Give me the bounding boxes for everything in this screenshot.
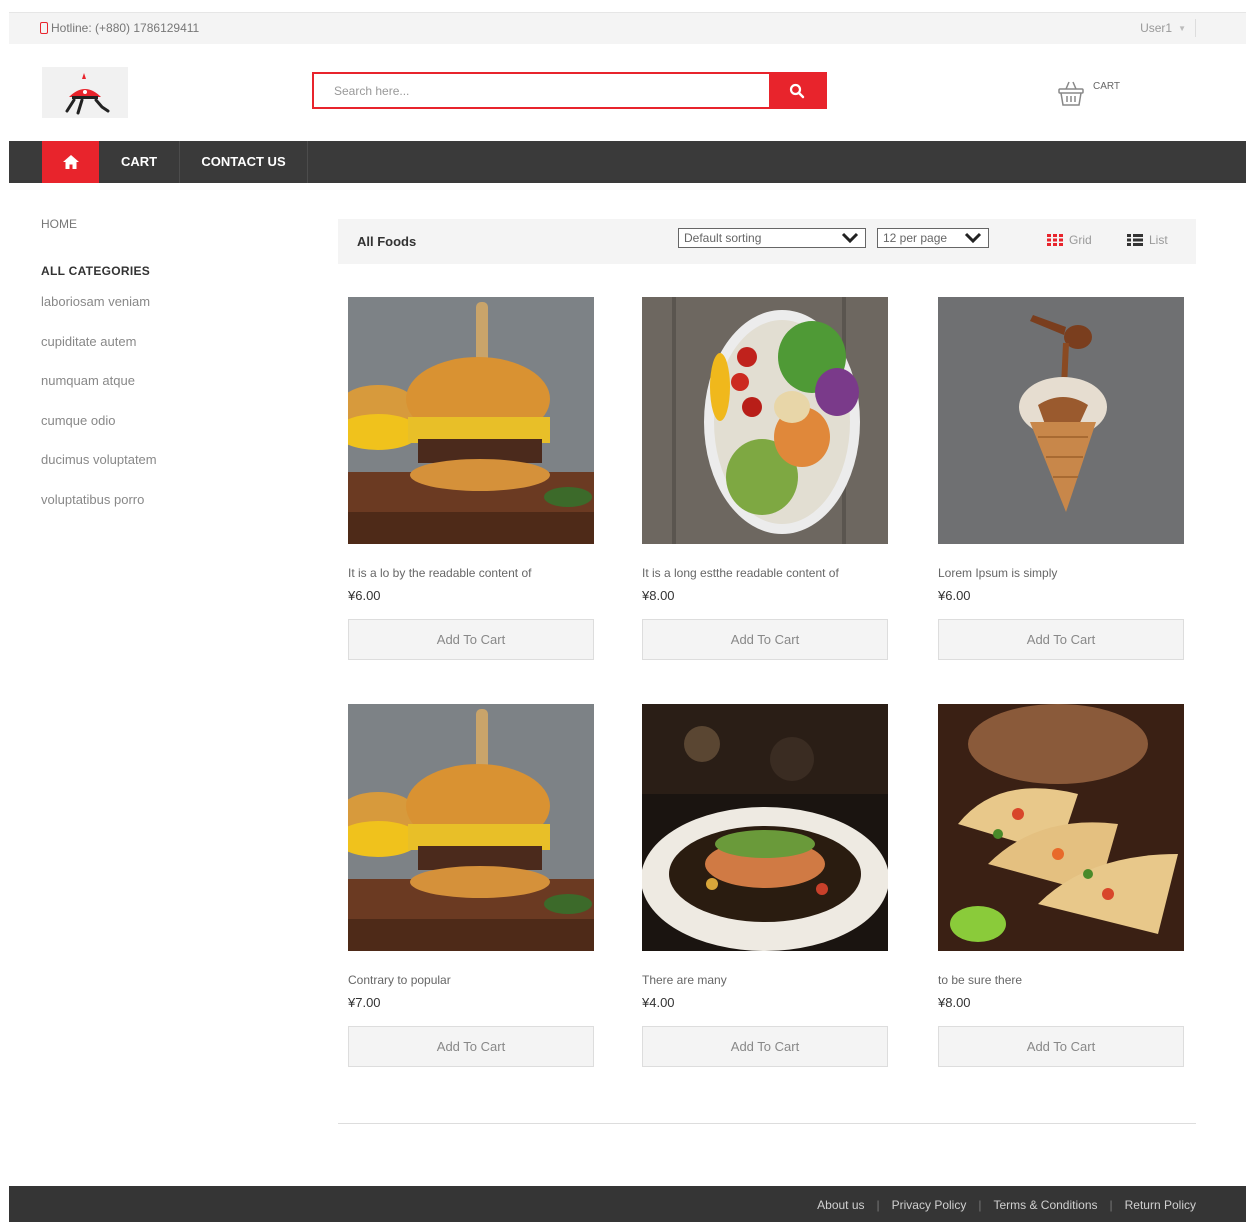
- product-image-burger[interactable]: [348, 704, 594, 951]
- product-name[interactable]: It is a long estthe readable content of: [642, 566, 888, 580]
- list-label: List: [1149, 233, 1168, 247]
- search-input[interactable]: [314, 74, 769, 107]
- page-title: All Foods: [357, 234, 417, 249]
- add-to-cart-button[interactable]: Add To Cart: [642, 619, 888, 660]
- add-to-cart-button[interactable]: Add To Cart: [348, 1026, 594, 1067]
- footer-separator: |: [978, 1198, 982, 1212]
- top-bar: Hotline: (+880) 1786129411 User1 ▼: [9, 12, 1246, 44]
- category-item[interactable]: ducimus voluptatem: [41, 449, 291, 489]
- add-to-cart-button[interactable]: Add To Cart: [938, 619, 1184, 660]
- product-image-burger[interactable]: [348, 297, 594, 544]
- basket-icon: [1058, 81, 1084, 106]
- footer-link-return[interactable]: Return Policy: [1125, 1198, 1196, 1212]
- category-list: laboriosam veniam cupiditate autem numqu…: [41, 291, 291, 528]
- list-view-toggle[interactable]: List: [1127, 233, 1168, 247]
- hotline: Hotline: (+880) 1786129411: [40, 21, 199, 35]
- nav-item-cart[interactable]: CART: [99, 141, 180, 183]
- footer-link-about[interactable]: About us: [817, 1198, 864, 1212]
- product-card: Contrary to popular ¥7.00 Add To Cart: [348, 704, 594, 1067]
- product-price: ¥8.00: [938, 995, 971, 1010]
- chevron-down-icon: ▼: [1178, 23, 1186, 33]
- footer-separator: |: [1109, 1198, 1113, 1212]
- user-divider: [1195, 19, 1196, 37]
- sorting-value: Default sorting: [684, 231, 762, 245]
- product-card: It is a long estthe readable content of …: [642, 297, 888, 660]
- product-name[interactable]: Lorem Ipsum is simply: [938, 566, 1184, 580]
- nav-item-contact-us[interactable]: CONTACT US: [180, 141, 308, 183]
- grid-view-toggle[interactable]: Grid: [1047, 233, 1092, 247]
- header-cart-label: CART: [1093, 81, 1121, 92]
- footer: About us | Privacy Policy | Terms & Cond…: [9, 1186, 1246, 1222]
- sorting-select[interactable]: Default sorting: [678, 228, 866, 248]
- product-image-fish-dish[interactable]: [642, 704, 888, 951]
- product-price: ¥6.00: [348, 588, 381, 603]
- category-item[interactable]: voluptatibus porro: [41, 489, 291, 529]
- product-price: ¥6.00: [938, 588, 971, 603]
- phone-icon: [40, 22, 48, 34]
- per-page-select[interactable]: 12 per page: [877, 228, 989, 248]
- product-card: There are many ¥4.00 Add To Cart: [642, 704, 888, 1067]
- site-logo[interactable]: [42, 67, 128, 118]
- chevron-down-icon: [841, 232, 859, 244]
- main-nav: CART CONTACT US: [9, 141, 1246, 183]
- home-icon: [62, 155, 79, 169]
- product-toolbar: All Foods Default sorting 12 per page Gr…: [338, 219, 1196, 264]
- per-page-value: 12 per page: [883, 231, 948, 245]
- product-name[interactable]: to be sure there: [938, 973, 1184, 987]
- add-to-cart-button[interactable]: Add To Cart: [938, 1026, 1184, 1067]
- user-menu[interactable]: User1 ▼: [1140, 21, 1186, 35]
- product-price: ¥4.00: [642, 995, 675, 1010]
- footer-link-privacy[interactable]: Privacy Policy: [892, 1198, 967, 1212]
- product-name[interactable]: It is a lo by the readable content of: [348, 566, 594, 580]
- search-icon: [789, 83, 805, 98]
- product-price: ¥7.00: [348, 995, 381, 1010]
- sidebar-home-link[interactable]: HOME: [41, 217, 291, 231]
- category-item[interactable]: cupiditate autem: [41, 331, 291, 371]
- product-image-salad-bowl[interactable]: [642, 297, 888, 544]
- header-cart[interactable]: CART: [1057, 79, 1120, 107]
- content-divider: [338, 1123, 1196, 1124]
- search-bar: [312, 72, 827, 109]
- footer-separator: |: [876, 1198, 880, 1212]
- search-button[interactable]: [769, 74, 825, 107]
- product-card: It is a lo by the readable content of ¥6…: [348, 297, 594, 660]
- chef-logo-icon: [65, 73, 110, 115]
- product-name[interactable]: There are many: [642, 973, 888, 987]
- category-item[interactable]: cumque odio: [41, 410, 291, 450]
- grid-icon: [1047, 234, 1063, 246]
- product-image-tacos[interactable]: [938, 704, 1184, 951]
- category-item[interactable]: laboriosam veniam: [41, 291, 291, 331]
- product-card: to be sure there ¥8.00 Add To Cart: [938, 704, 1184, 1067]
- product-image-ice-cream[interactable]: [938, 297, 1184, 544]
- footer-link-terms[interactable]: Terms & Conditions: [993, 1198, 1097, 1212]
- nav-home-button[interactable]: [42, 141, 99, 183]
- product-price: ¥8.00: [642, 588, 675, 603]
- sidebar: HOME ALL CATEGORIES laboriosam veniam cu…: [41, 217, 291, 528]
- list-icon: [1127, 234, 1143, 246]
- hotline-text: Hotline: (+880) 1786129411: [51, 21, 200, 35]
- category-item[interactable]: numquam atque: [41, 370, 291, 410]
- chevron-down-icon: [964, 232, 982, 244]
- add-to-cart-button[interactable]: Add To Cart: [348, 619, 594, 660]
- product-name[interactable]: Contrary to popular: [348, 973, 594, 987]
- footer-links: About us | Privacy Policy | Terms & Cond…: [817, 1198, 1196, 1212]
- grid-label: Grid: [1069, 233, 1092, 247]
- product-card: Lorem Ipsum is simply ¥6.00 Add To Cart: [938, 297, 1184, 660]
- user-name: User1: [1140, 21, 1173, 35]
- categories-heading: ALL CATEGORIES: [41, 264, 151, 278]
- add-to-cart-button[interactable]: Add To Cart: [642, 1026, 888, 1067]
